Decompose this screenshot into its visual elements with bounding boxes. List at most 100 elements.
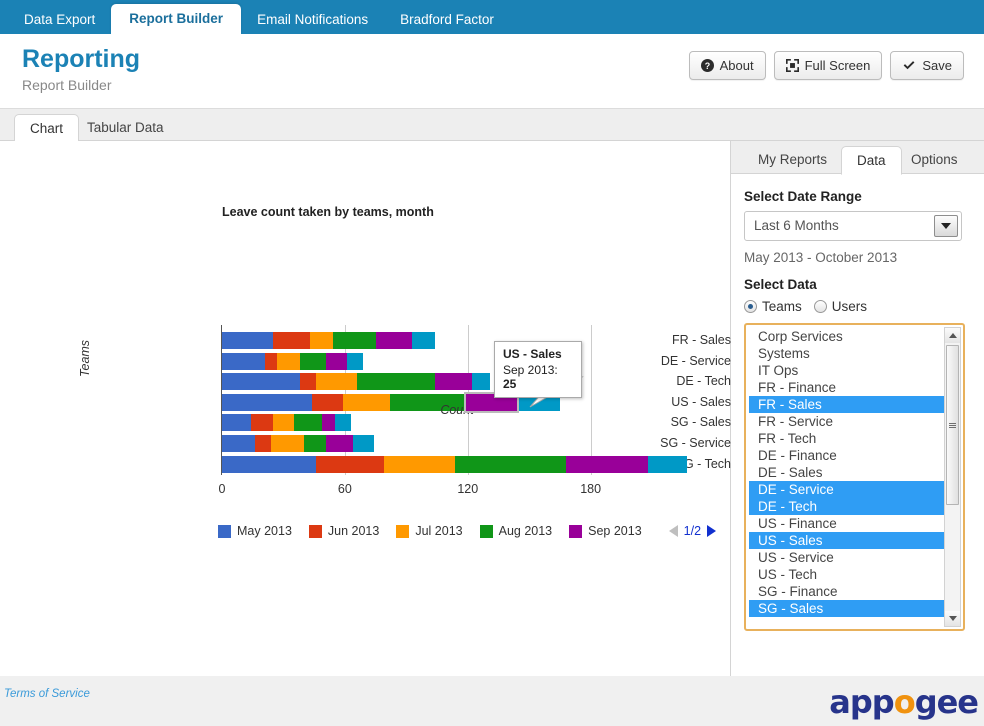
page-header: Reporting Report Builder ? About Full Sc… [0,34,984,108]
tab-options[interactable]: Options [896,146,973,174]
team-list-item[interactable]: FR - Service [749,413,960,430]
top-tab-bradford-factor[interactable]: Bradford Factor [384,6,510,35]
legend-label: Jun 2013 [328,524,379,538]
chart-bar-segment[interactable] [265,353,277,370]
chart-bar-segment[interactable] [384,456,456,473]
legend-item-aug[interactable]: Aug 2013 [480,524,553,538]
side-tabstrip: My Reports Data Options [731,141,984,174]
chart-bar-segment[interactable] [648,456,687,473]
tab-my-reports[interactable]: My Reports [743,146,842,174]
team-list-item[interactable]: SG - Finance [749,583,960,600]
chevron-down-icon[interactable] [934,215,958,237]
chart-bar-segment[interactable] [455,456,566,473]
legend-prev-arrow-icon[interactable] [669,525,678,537]
page-footer: Terms of Service appogee [0,676,984,726]
chart-bar-segment[interactable] [277,353,300,370]
team-list-item[interactable]: DE - Sales [749,464,960,481]
top-tab-report-builder[interactable]: Report Builder [111,4,241,35]
chart-bar-segment[interactable] [347,353,363,370]
chart-bar-segment[interactable] [300,353,327,370]
team-list-item[interactable]: FR - Sales [749,396,960,413]
legend-item-may[interactable]: May 2013 [218,524,292,538]
chart-x-axis-label: Count [222,403,692,417]
team-list-item[interactable]: US - Service [749,549,960,566]
chart-bar-segment[interactable] [271,435,304,452]
team-listbox-wrapper: Corp ServicesSystemsIT OpsFR - FinanceFR… [744,323,965,631]
logo-text-o: o [894,683,915,721]
legend-swatch-icon [309,525,322,538]
chart-tooltip: US - Sales Sep 2013: 25 [494,341,582,398]
question-circle-icon: ? [701,59,714,72]
chart-bar-segment[interactable] [472,373,490,390]
legend-label: May 2013 [237,524,292,538]
chart-bar-segment[interactable] [310,332,333,349]
team-listbox[interactable]: Corp ServicesSystemsIT OpsFR - FinanceFR… [748,327,961,627]
radio-teams[interactable]: Teams [744,299,802,314]
team-list-item[interactable]: Corp Services [749,328,960,345]
top-tab-data-export[interactable]: Data Export [8,6,111,35]
chart-x-tick-label: 0 [197,482,247,496]
chart-bar-segment[interactable] [222,435,255,452]
chart-bar-segment[interactable] [222,353,265,370]
tab-chart[interactable]: Chart [14,114,79,143]
chart-y-tick-label: SG - Service [523,436,731,450]
team-list-item[interactable]: FR - Tech [749,430,960,447]
date-range-select[interactable]: Last 6 Months [744,211,962,241]
about-button-label: About [720,58,754,73]
chart-bar-segment[interactable] [326,435,353,452]
legend-next-arrow-icon[interactable] [707,525,716,537]
top-tab-list: Data Export Report Builder Email Notific… [0,0,984,34]
chart-bar-segment[interactable] [333,332,376,349]
chart-legend: May 2013 Jun 2013 Jul 2013 Aug 2013 Sep … [218,524,716,538]
legend-item-sep[interactable]: Sep 2013 [569,524,642,538]
chart-bar-segment[interactable] [316,373,357,390]
chart-bar-segment[interactable] [566,456,648,473]
tab-tabular-data[interactable]: Tabular Data [72,114,179,142]
team-list-item[interactable]: DE - Service [749,481,960,498]
listbox-scrollbar[interactable] [944,327,961,627]
full-screen-button-label: Full Screen [805,58,871,73]
chart-bar-segment[interactable] [300,373,316,390]
scroll-up-arrow-icon[interactable] [945,328,960,343]
team-list-item[interactable]: IT Ops [749,362,960,379]
app-top-tabbar: Data Export Report Builder Email Notific… [0,0,984,34]
svg-text:?: ? [704,61,709,71]
legend-item-jun[interactable]: Jun 2013 [309,524,379,538]
chart-bar-segment[interactable] [376,332,413,349]
expand-icon [786,59,799,72]
chart-bar-segment[interactable] [255,435,271,452]
save-button[interactable]: Save [890,51,964,80]
chart-bar-segment[interactable] [304,435,327,452]
chart-bar-segment[interactable] [326,353,346,370]
team-list-item[interactable]: DE - Tech [749,498,960,515]
grip-icon [949,423,956,428]
top-tab-email-notifications[interactable]: Email Notifications [241,6,384,35]
team-list-item[interactable]: DE - Finance [749,447,960,464]
chart-bar-segment[interactable] [273,332,310,349]
scrollbar-thumb[interactable] [946,345,959,505]
team-list-item[interactable]: US - Sales [749,532,960,549]
team-list-item[interactable]: FR - Finance [749,379,960,396]
chart-bar-segment[interactable] [222,373,300,390]
chart-x-tick-label: 120 [443,482,493,496]
legend-item-jul[interactable]: Jul 2013 [396,524,462,538]
terms-of-service-link[interactable]: Terms of Service [4,688,90,700]
chart-bar-segment[interactable] [357,373,435,390]
team-list-item[interactable]: US - Tech [749,566,960,583]
chart-bar-segment[interactable] [353,435,373,452]
tab-data[interactable]: Data [841,146,902,175]
about-button[interactable]: ? About [689,51,766,80]
chart-bar-segment[interactable] [222,456,316,473]
team-list-item[interactable]: Systems [749,345,960,362]
chart-bar-segment[interactable] [412,332,435,349]
team-list-item[interactable]: US - Finance [749,515,960,532]
chart-y-tick-label: SG - Sales [523,415,731,429]
chart-x-tick-label: 60 [320,482,370,496]
scroll-down-arrow-icon[interactable] [945,611,960,626]
chart-bar-segment[interactable] [316,456,384,473]
team-list-item[interactable]: SG - Sales [749,600,960,617]
full-screen-button[interactable]: Full Screen [774,51,883,80]
radio-users[interactable]: Users [814,299,867,314]
chart-bar-segment[interactable] [435,373,472,390]
chart-bar-segment[interactable] [222,332,273,349]
